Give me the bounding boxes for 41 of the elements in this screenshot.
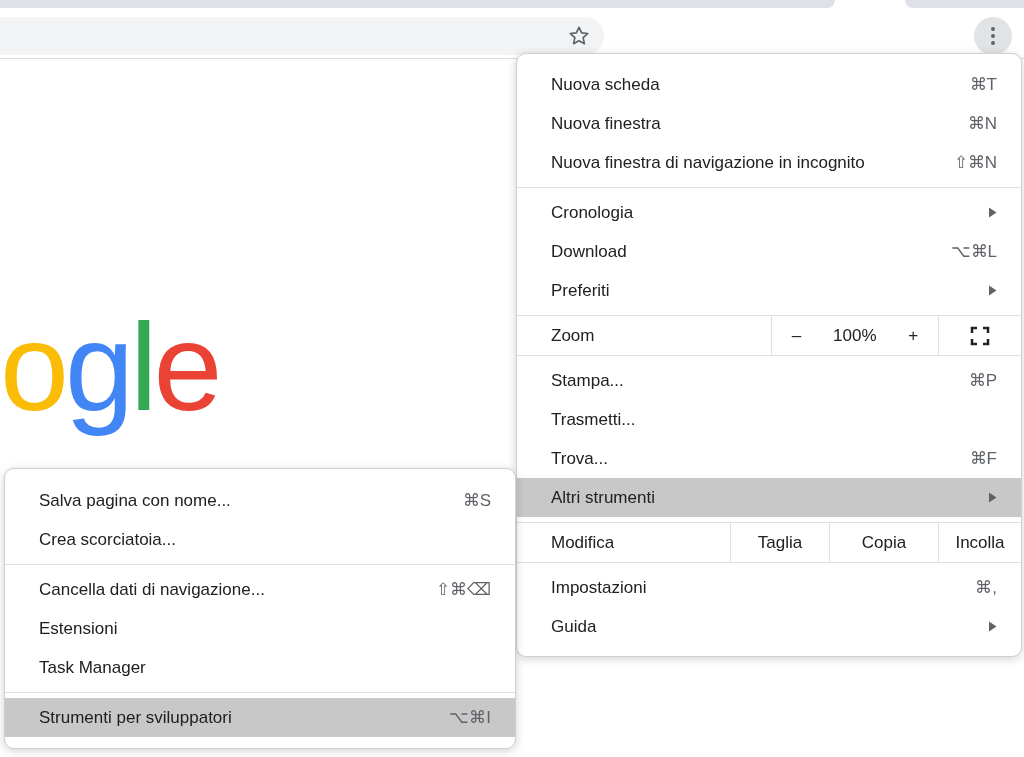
menu-item[interactable]: Task Manager [5,648,515,687]
menu-item[interactable]: Trova... ⌘F [517,439,1021,478]
menu-item[interactable]: Cancella dati di navigazione... ⇧⌘⌫ [5,570,515,609]
menu-item[interactable]: Download ⌥⌘L [517,232,1021,271]
menu-item[interactable]: Impostazioni ⌘, [517,568,1021,607]
logo: ogle [0,297,219,438]
shortcut-label: ⌥⌘I [449,706,491,729]
menu-item[interactable]: Cronologia [517,193,1021,232]
shortcut-label: ⌘S [462,489,491,512]
edit-button[interactable]: Copia [830,523,939,562]
menu-item[interactable]: Nuova scheda ⌘T [517,65,1021,104]
zoom-value: 100% [833,324,877,347]
menu-item[interactable]: Trasmetti... [517,400,1021,439]
shortcut-label: ⌘F [969,447,997,470]
edit-button[interactable]: Taglia [731,523,830,562]
shortcut-label: ⌘N [967,112,997,135]
shortcut-label: ⇧⌘N [953,151,997,174]
shortcut-label: ⌘P [968,369,997,392]
zoom-out-button[interactable]: – [783,322,810,349]
shortcut-label: ⌘, [975,576,997,599]
menu-item[interactable]: Nuova finestra di navigazione in incognito ⇧⌘N [517,143,1021,182]
zoom-label: Zoom [517,316,772,355]
menu-item[interactable]: Preferiti [517,271,1021,310]
bookmark-star-icon[interactable] [568,25,590,47]
fullscreen-icon[interactable] [970,325,990,346]
edit-label: Modifica [517,523,731,562]
edit-button[interactable]: Incolla [939,523,1021,562]
menu-item[interactable]: Estensioni [5,609,515,648]
shortcut-label: ⇧⌘⌫ [436,578,491,601]
menu-item[interactable]: Guida [517,607,1021,646]
menu-item[interactable]: Salva pagina con nome... ⌘S [5,481,515,520]
shortcut-label: ⌘T [969,73,997,96]
menu-item[interactable]: Nuova finestra ⌘N [517,104,1021,143]
menu-item[interactable]: Altri strumenti [517,478,1021,517]
menu-item[interactable]: Crea scorciatoia... [5,520,515,559]
menu-item[interactable]: Stampa... ⌘P [517,361,1021,400]
menu-button[interactable] [974,17,1012,55]
zoom-in-button[interactable]: + [900,322,927,349]
menu-item[interactable]: Strumenti per sviluppatori ⌥⌘I [5,698,515,737]
shortcut-label: ⌥⌘L [950,240,997,263]
vertical-dots-icon [991,27,995,45]
